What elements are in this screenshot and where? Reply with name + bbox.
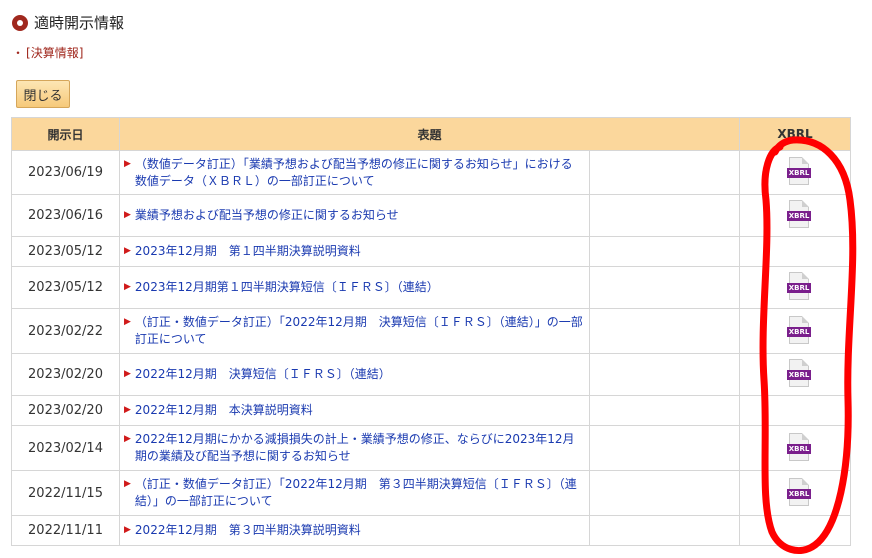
table-row: 2023/02/20 ▶ 2022年12月期 本決算説明資料: [11, 395, 852, 426]
link-arrow-icon: ▶: [124, 210, 131, 220]
xbrl-cell: XBRL: [739, 150, 852, 195]
empty-cell: [588, 353, 741, 396]
disclosure-date: 2023/02/14: [11, 425, 120, 471]
link-arrow-icon: ▶: [124, 246, 131, 256]
xbrl-label: XBRL: [787, 211, 812, 221]
xbrl-cell: XBRL: [739, 425, 852, 471]
empty-cell: [588, 395, 741, 426]
disclosure-title-link[interactable]: 業績予想および配当予想の修正に関するお知らせ: [135, 207, 399, 224]
xbrl-file-icon[interactable]: XBRL: [787, 359, 813, 387]
table-row: 2022/11/15 ▶ （訂正・数値データ訂正）「2022年12月期 第３四半期決…: [11, 470, 852, 516]
disclosure-title-cell: ▶ （数値データ訂正）「業績予想および配当予想の修正に関するお知らせ」における 数…: [119, 150, 590, 195]
xbrl-file-icon[interactable]: XBRL: [787, 477, 813, 506]
disclosure-title-cell: ▶ 業績予想および配当予想の修正に関するお知らせ: [119, 194, 590, 237]
link-arrow-icon: ▶: [124, 434, 131, 444]
section-title: 適時開示情報: [34, 14, 125, 32]
xbrl-cell: XBRL: [739, 470, 852, 516]
link-arrow-icon: ▶: [124, 317, 131, 327]
xbrl-cell: [739, 236, 852, 267]
xbrl-label: XBRL: [787, 488, 812, 499]
xbrl-file-icon[interactable]: XBRL: [787, 157, 813, 185]
disclosure-title-cell: ▶ 2023年12月期第１四半期決算短信〔ＩＦＲＳ〕（連結）: [119, 266, 590, 309]
disclosure-title-link[interactable]: 2022年12月期 本決算説明資料: [135, 402, 313, 419]
circle-bullet-icon: [12, 14, 28, 31]
disclosure-title-link[interactable]: 2023年12月期第１四半期決算短信〔ＩＦＲＳ〕（連結）: [135, 279, 439, 296]
xbrl-file-icon[interactable]: XBRL: [787, 432, 813, 461]
disclosure-date: 2023/02/22: [11, 308, 120, 354]
disclosure-title-link[interactable]: （訂正・数値データ訂正）「2022年12月期 決算短信〔ＩＦＲＳ〕（連結）」の一…: [135, 314, 585, 348]
xbrl-cell: XBRL: [739, 308, 852, 354]
table-row: 2023/05/12 ▶ 2023年12月期 第１四半期決算説明資料: [11, 236, 852, 267]
xbrl-label: XBRL: [787, 168, 812, 178]
disclosure-title-cell: ▶ （訂正・数値データ訂正）「2022年12月期 第３四半期決算短信〔ＩＦＲＳ〕（…: [119, 470, 590, 516]
empty-cell: [588, 425, 741, 471]
disclosure-title-cell: ▶ 2022年12月期 第３四半期決算説明資料: [119, 515, 590, 546]
table-row: 2023/02/14 ▶ 2022年12月期にかかる減損損失の計上・業績予想の修正、…: [11, 425, 852, 471]
disclosure-title-cell: ▶ 2022年12月期 決算短信〔ＩＦＲＳ〕（連結）: [119, 353, 590, 396]
column-header-xbrl: XBRL: [739, 117, 852, 151]
disclosure-title-link[interactable]: 2023年12月期 第１四半期決算説明資料: [135, 243, 361, 260]
disclosure-title-link[interactable]: 2022年12月期 第３四半期決算説明資料: [135, 522, 361, 539]
table-row: 2023/05/12 ▶ 2023年12月期第１四半期決算短信〔ＩＦＲＳ〕（連結） X…: [11, 266, 852, 309]
link-arrow-icon: ▶: [124, 369, 131, 379]
link-arrow-icon: ▶: [124, 525, 131, 535]
xbrl-cell: [739, 515, 852, 546]
table-row: 2023/02/20 ▶ 2022年12月期 決算短信〔ＩＦＲＳ〕（連結） XBRL: [11, 353, 852, 396]
category-link[interactable]: ・ [決算情報]: [12, 44, 83, 61]
link-arrow-icon: ▶: [124, 158, 131, 169]
disclosure-date: 2022/11/15: [11, 470, 120, 516]
empty-cell: [588, 194, 741, 237]
empty-cell: [588, 308, 741, 354]
xbrl-file-icon[interactable]: XBRL: [787, 200, 813, 228]
table-header-row: 開示日 表題 XBRL: [11, 117, 852, 151]
xbrl-file-icon[interactable]: XBRL: [787, 272, 813, 300]
sub-link-bullet: ・: [12, 46, 25, 60]
disclosure-title-link[interactable]: 2022年12月期 決算短信〔ＩＦＲＳ〕（連結）: [135, 366, 391, 383]
xbrl-label: XBRL: [787, 443, 812, 454]
empty-cell: [588, 470, 741, 516]
disclosure-title-cell: ▶ （訂正・数値データ訂正）「2022年12月期 決算短信〔ＩＦＲＳ〕（連結）」の…: [119, 308, 590, 354]
xbrl-cell: XBRL: [739, 353, 852, 396]
disclosure-panel: 適時開示情報 ・ [決算情報] 閉じる 開示日 表題 XBRL 2023/06/1…: [0, 0, 872, 558]
disclosure-title-link[interactable]: （訂正・数値データ訂正）「2022年12月期 第３四半期決算短信〔ＩＦＲＳ〕（連…: [135, 476, 585, 510]
xbrl-cell: [739, 395, 852, 426]
xbrl-cell: XBRL: [739, 194, 852, 237]
xbrl-label: XBRL: [787, 326, 812, 337]
table-row: 2023/06/16 ▶ 業績予想および配当予想の修正に関するお知らせ XBRL: [11, 194, 852, 237]
disclosure-table: 開示日 表題 XBRL 2023/06/19 ▶ （数値データ訂正）「業績予想および…: [11, 117, 852, 546]
empty-cell: [588, 150, 741, 195]
section-header: 適時開示情報: [12, 12, 124, 33]
link-arrow-icon: ▶: [124, 405, 131, 415]
disclosure-date: 2023/05/12: [11, 266, 120, 309]
disclosure-date: 2023/06/19: [11, 150, 120, 195]
disclosure-date: 2023/06/16: [11, 194, 120, 237]
table-row: 2023/06/19 ▶ （数値データ訂正）「業績予想および配当予想の修正に関するお…: [11, 150, 852, 195]
category-link-label[interactable]: [決算情報]: [26, 46, 83, 60]
xbrl-file-icon[interactable]: XBRL: [787, 315, 813, 344]
disclosure-title-cell: ▶ 2023年12月期 第１四半期決算説明資料: [119, 236, 590, 267]
empty-cell: [588, 515, 741, 546]
disclosure-date: 2022/11/11: [11, 515, 120, 546]
disclosure-date: 2023/02/20: [11, 353, 120, 396]
link-arrow-icon: ▶: [124, 479, 131, 489]
link-arrow-icon: ▶: [124, 282, 131, 292]
disclosure-title-link[interactable]: 2022年12月期にかかる減損損失の計上・業績予想の修正、ならびに2023年12…: [135, 431, 585, 465]
xbrl-label: XBRL: [787, 283, 812, 293]
table-row: 2023/02/22 ▶ （訂正・数値データ訂正）「2022年12月期 決算短信〔Ｉ…: [11, 308, 852, 354]
table-row: 2022/11/11 ▶ 2022年12月期 第３四半期決算説明資料: [11, 515, 852, 546]
empty-cell: [588, 266, 741, 309]
column-header-title: 表題: [118, 117, 741, 151]
disclosure-title-cell: ▶ 2022年12月期にかかる減損損失の計上・業績予想の修正、ならびに2023年1…: [119, 425, 590, 471]
xbrl-cell: XBRL: [739, 266, 852, 309]
empty-cell: [588, 236, 741, 267]
disclosure-date: 2023/02/20: [11, 395, 120, 426]
close-button[interactable]: 閉じる: [16, 80, 70, 108]
disclosure-title-cell: ▶ 2022年12月期 本決算説明資料: [119, 395, 590, 426]
column-header-date: 開示日: [11, 117, 120, 151]
disclosure-date: 2023/05/12: [11, 236, 120, 267]
xbrl-label: XBRL: [787, 370, 812, 380]
disclosure-title-link[interactable]: （数値データ訂正）「業績予想および配当予想の修正に関するお知らせ」における 数値…: [135, 156, 585, 190]
